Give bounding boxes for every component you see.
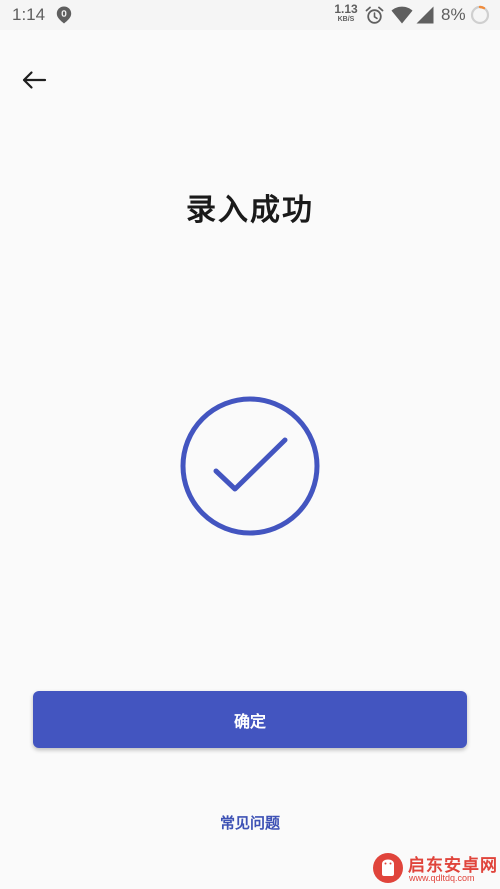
status-time: 1:14 xyxy=(12,5,46,24)
check-circle-icon xyxy=(180,396,320,536)
signal-icon xyxy=(416,6,434,24)
notification-icon xyxy=(56,6,72,24)
watermark-logo-icon xyxy=(373,853,403,883)
watermark-url: www.qdltdq.com xyxy=(409,873,475,883)
status-bar: 1:14 1.13 KB/S 8% xyxy=(0,0,500,30)
network-speed: 1.13 KB/S xyxy=(333,3,359,23)
network-speed-unit: KB/S xyxy=(337,16,355,23)
network-speed-value: 1.13 xyxy=(334,2,358,16)
watermark: 启东安卓网 www.qdltdq.com xyxy=(372,850,497,886)
alarm-icon xyxy=(365,6,384,24)
battery-ring-icon xyxy=(470,5,490,25)
arrow-left-icon xyxy=(22,71,47,89)
wifi-icon xyxy=(391,6,413,24)
faq-link[interactable]: 常见问题 xyxy=(0,812,500,833)
back-button[interactable] xyxy=(14,60,54,100)
page-title: 录入成功 xyxy=(186,193,314,228)
confirm-button[interactable]: 确定 xyxy=(33,691,467,748)
battery-percent: 8% xyxy=(441,5,466,24)
